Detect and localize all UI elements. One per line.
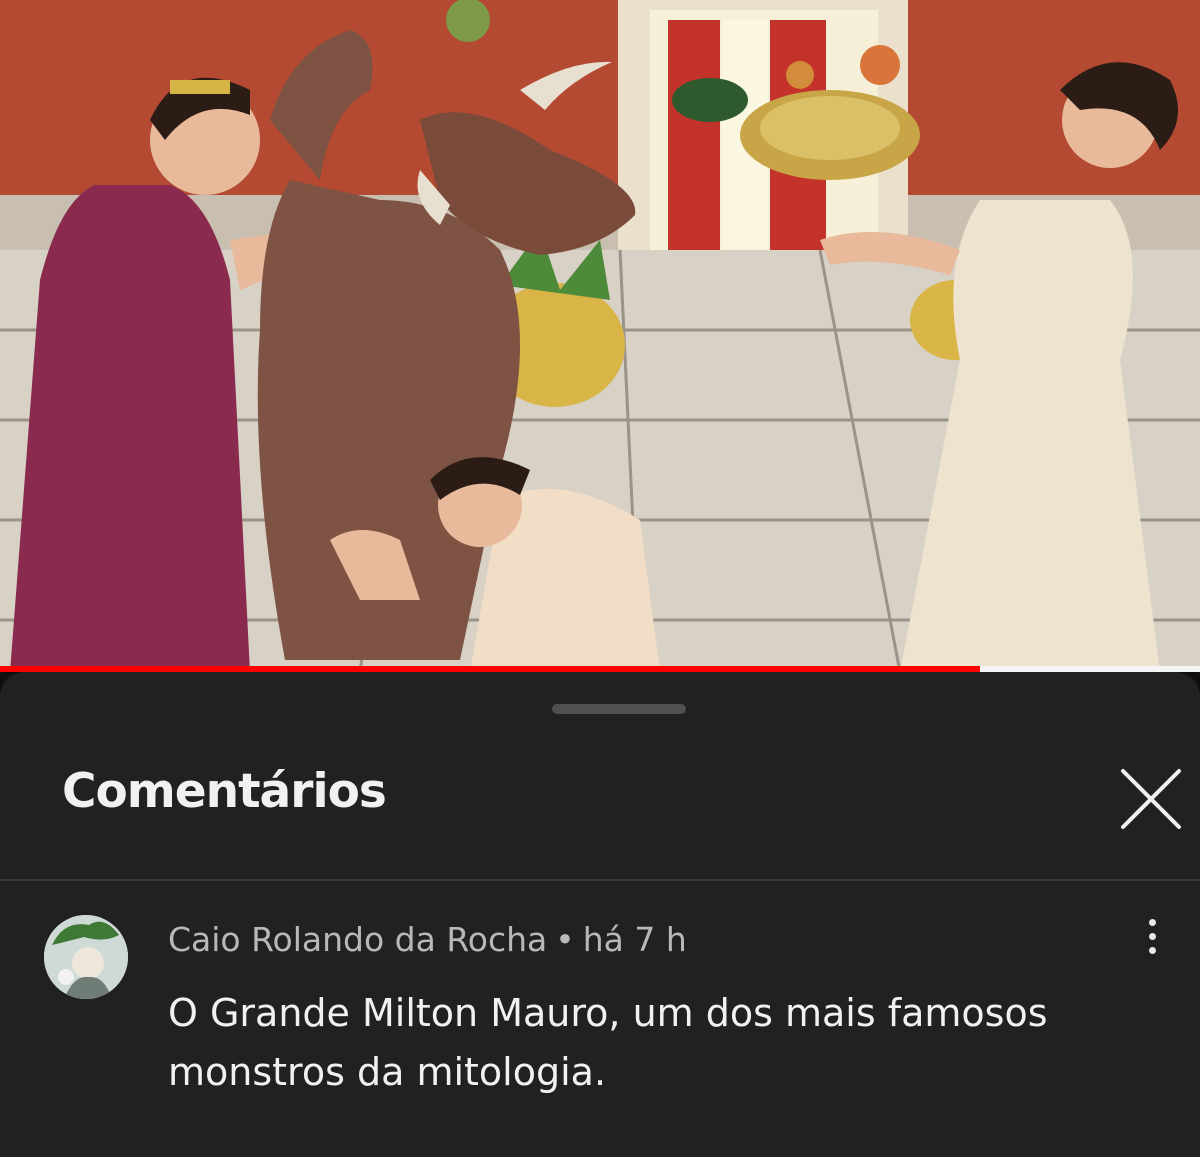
video-thumbnail-illustration (0, 0, 1200, 672)
avatar[interactable] (44, 915, 128, 999)
divider (0, 879, 1200, 881)
more-vertical-icon (1138, 919, 1166, 954)
comment-text: O Grande Milton Mauro, um dos mais famos… (168, 991, 1048, 1094)
comment-time: há 7 h (582, 920, 687, 959)
video-player[interactable] (0, 0, 1200, 672)
panel-title: Comentários (62, 764, 387, 819)
avatar-image (44, 915, 128, 999)
drag-handle[interactable] (552, 704, 686, 714)
comment-meta: Caio Rolando da Rocha • há 7 h (168, 920, 687, 959)
close-icon (1121, 769, 1181, 829)
meta-separator: • (555, 920, 575, 959)
more-options-button[interactable] (1138, 919, 1166, 965)
comments-panel: Comentários Caio Rolando da Rocha • há 7 h… (0, 672, 1200, 1157)
close-button[interactable] (1117, 765, 1185, 833)
comment-author[interactable]: Caio Rolando da Rocha (168, 920, 547, 959)
